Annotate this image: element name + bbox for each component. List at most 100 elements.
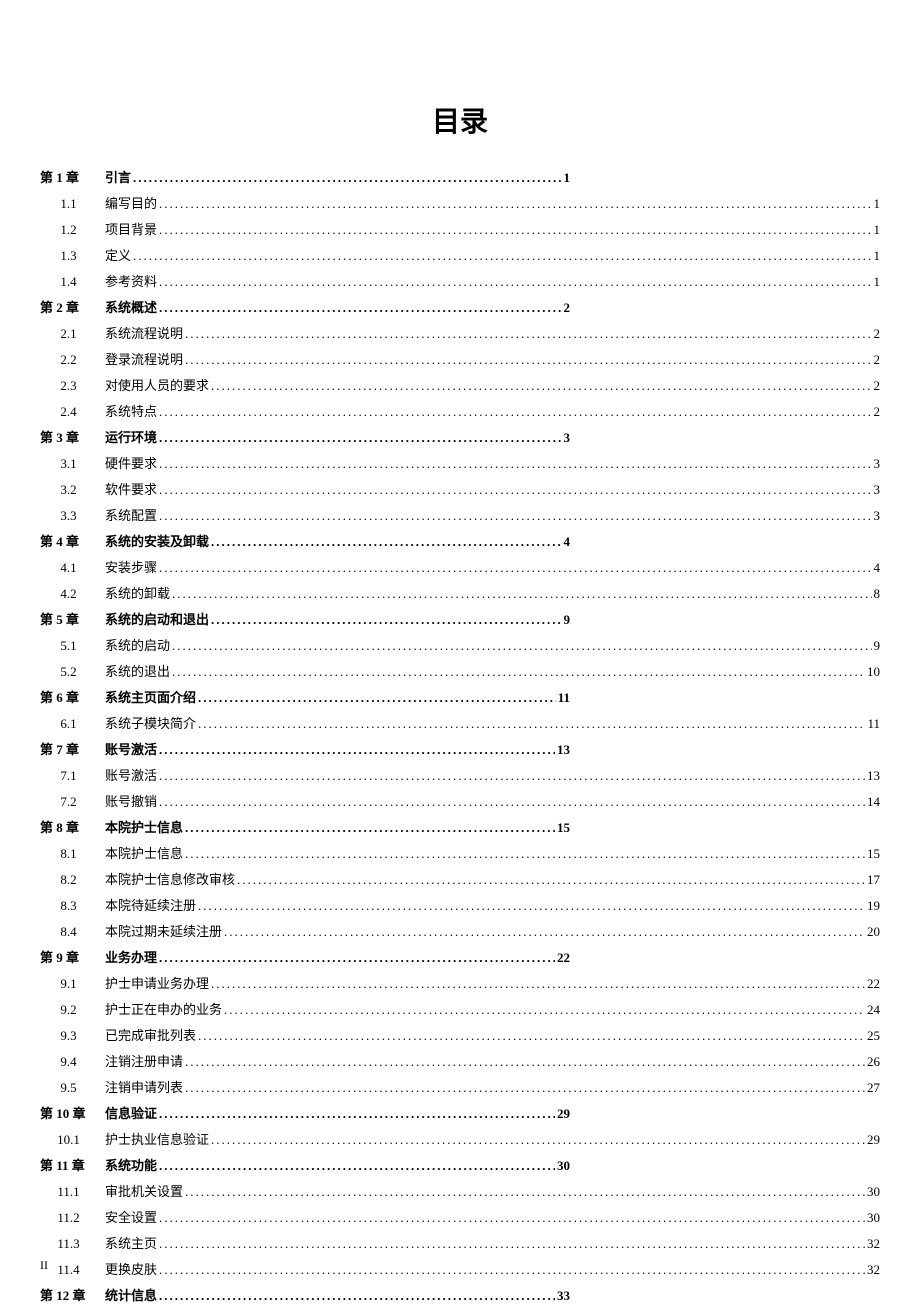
toc-leader: ........................................…	[185, 1179, 865, 1205]
toc-page-number: 8	[874, 581, 881, 607]
toc-section-label: 11.4	[40, 1257, 105, 1283]
toc-section-label: 9.1	[40, 971, 105, 997]
toc-entry: 1.3定义...................................…	[40, 243, 880, 269]
toc-entry: 第 1 章引言.................................…	[40, 165, 880, 191]
toc-section-label: 9.4	[40, 1049, 105, 1075]
toc-entry: 第 3 章运行环境...............................…	[40, 425, 880, 451]
toc-section-label: 1.1	[40, 191, 105, 217]
toc-page-number: 2	[874, 321, 881, 347]
page-number-footer: II	[40, 1258, 48, 1273]
toc-entry-title: 护士申请业务办理	[105, 971, 209, 997]
toc-page-number: 2	[874, 347, 881, 373]
toc-section-label: 2.2	[40, 347, 105, 373]
toc-entry-title: 系统的退出	[105, 659, 170, 685]
toc-page-number: 22	[867, 971, 880, 997]
toc-section-label: 3.2	[40, 477, 105, 503]
toc-page-number: 11	[558, 685, 570, 711]
toc-entry: 第 5 章系统的启动和退出...........................…	[40, 607, 880, 633]
toc-entry-title: 审批机关设置	[105, 1179, 183, 1205]
toc-chapter-label: 第 5 章	[40, 607, 105, 633]
toc-section-label: 2.3	[40, 373, 105, 399]
toc-leader: ........................................…	[198, 685, 556, 711]
toc-entry-title: 系统流程说明	[105, 321, 183, 347]
toc-chapter-label: 第 4 章	[40, 529, 105, 555]
toc-entry: 7.2账号撤销.................................…	[40, 789, 880, 815]
toc-entry: 9.1护士申请业务办理.............................…	[40, 971, 880, 997]
toc-leader: ........................................…	[185, 1049, 865, 1075]
toc-page-number: 4	[564, 529, 571, 555]
toc-page-number: 10	[867, 659, 880, 685]
toc-chapter-label: 第 8 章	[40, 815, 105, 841]
toc-leader: ........................................…	[159, 1101, 555, 1127]
toc-section-label: 3.3	[40, 503, 105, 529]
toc-entry: 第 8 章本院护士信息.............................…	[40, 815, 880, 841]
toc-entry-title: 系统配置	[105, 503, 157, 529]
toc-entry: 第 11 章系统功能..............................…	[40, 1153, 880, 1179]
toc-entry-title: 系统主页	[105, 1231, 157, 1257]
toc-section-label: 6.1	[40, 711, 105, 737]
toc-entry-title: 注销申请列表	[105, 1075, 183, 1101]
toc-entry-title: 系统主页面介绍	[105, 685, 196, 711]
toc-leader: ........................................…	[159, 217, 871, 243]
toc-entry-title: 护士执业信息验证	[105, 1127, 209, 1153]
toc-leader: ........................................…	[159, 295, 561, 321]
toc-page-number: 30	[557, 1153, 570, 1179]
toc-leader: ........................................…	[211, 529, 561, 555]
toc-page-number: 15	[557, 815, 570, 841]
toc-entry-title: 登录流程说明	[105, 347, 183, 373]
toc-leader: ........................................…	[185, 1075, 865, 1101]
toc-leader: ........................................…	[159, 1205, 865, 1231]
toc-section-label: 10.1	[40, 1127, 105, 1153]
toc-leader: ........................................…	[159, 503, 871, 529]
toc-entry: 11.3系统主页................................…	[40, 1231, 880, 1257]
toc-entry: 8.2本院护士信息修改审核...........................…	[40, 867, 880, 893]
toc-entry-title: 软件要求	[105, 477, 157, 503]
toc-page-number: 1	[874, 191, 881, 217]
toc-page-number: 25	[867, 1023, 880, 1049]
toc-entry: 4.1安装步骤.................................…	[40, 555, 880, 581]
toc-section-label: 9.5	[40, 1075, 105, 1101]
toc-leader: ........................................…	[159, 191, 871, 217]
toc-entry: 9.5注销申请列表...............................…	[40, 1075, 880, 1101]
toc-entry: 第 9 章业务办理...............................…	[40, 945, 880, 971]
toc-page-number: 3	[874, 477, 881, 503]
toc-section-label: 8.1	[40, 841, 105, 867]
toc-chapter-label: 第 7 章	[40, 737, 105, 763]
toc-page-number: 14	[867, 789, 880, 815]
toc-page-number: 1	[874, 269, 881, 295]
toc-page-number: 3	[564, 425, 571, 451]
toc-leader: ........................................…	[159, 399, 871, 425]
toc-page-number: 11	[867, 711, 880, 737]
toc-entry: 5.2系统的退出................................…	[40, 659, 880, 685]
toc-section-label: 9.3	[40, 1023, 105, 1049]
toc-page-number: 32	[867, 1231, 880, 1257]
toc-page-number: 30	[867, 1205, 880, 1231]
toc-entry: 5.1系统的启动................................…	[40, 633, 880, 659]
toc-page-number: 22	[557, 945, 570, 971]
toc-page-number: 29	[557, 1101, 570, 1127]
toc-page-number: 33	[557, 1283, 570, 1309]
toc-title: 目录	[40, 100, 880, 140]
toc-chapter-label: 第 2 章	[40, 295, 105, 321]
toc-leader: ........................................…	[211, 1127, 865, 1153]
toc-section-label: 5.1	[40, 633, 105, 659]
toc-leader: ........................................…	[133, 165, 561, 191]
toc-entry-title: 定义	[105, 243, 131, 269]
toc-entry-title: 账号激活	[105, 737, 157, 763]
toc-leader: ........................................…	[224, 997, 865, 1023]
toc-entry-title: 系统功能	[105, 1153, 157, 1179]
toc-entry: 11.1审批机关设置..............................…	[40, 1179, 880, 1205]
toc-entry-title: 业务办理	[105, 945, 157, 971]
toc-entry-title: 本院护士信息	[105, 841, 183, 867]
toc-entry: 8.1本院护士信息...............................…	[40, 841, 880, 867]
toc-section-label: 5.2	[40, 659, 105, 685]
toc-chapter-label: 第 10 章	[40, 1101, 105, 1127]
toc-section-label: 1.4	[40, 269, 105, 295]
toc-leader: ........................................…	[211, 373, 871, 399]
toc-entry-title: 账号激活	[105, 763, 157, 789]
toc-entry: 1.2项目背景.................................…	[40, 217, 880, 243]
toc-entry-title: 系统的启动	[105, 633, 170, 659]
toc-entry: 3.3系统配置.................................…	[40, 503, 880, 529]
toc-entry: 第 6 章系统主页面介绍............................…	[40, 685, 880, 711]
toc-chapter-label: 第 12 章	[40, 1283, 105, 1309]
